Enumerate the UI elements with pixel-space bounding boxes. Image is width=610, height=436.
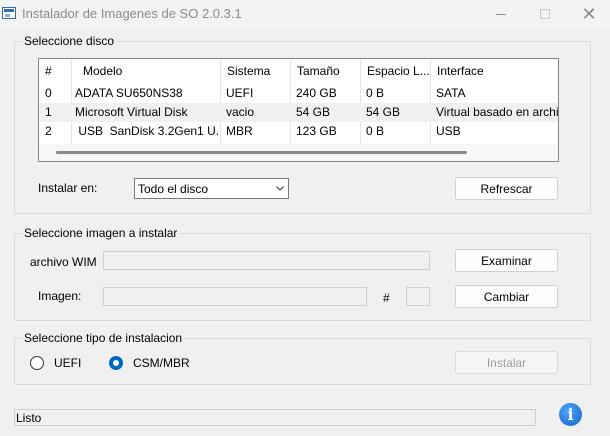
status-text: Listo [16,411,42,425]
column-header-number[interactable]: # [39,59,75,84]
disk-size: 54 GB [296,105,331,119]
csm-mbr-radio-label[interactable]: CSM/MBR [133,356,190,370]
info-icon[interactable]: i [559,403,582,426]
column-header-interface[interactable]: Interface [431,59,558,84]
refresh-button[interactable]: Refrescar [455,177,558,200]
disk-row[interactable]: 0 ADATA SU650NS38 UEFI 240 GB 0 B SATA [39,84,558,103]
disk-number: 0 [45,86,52,100]
disk-free-space: 0 B [366,124,385,138]
image-group-title: Seleccione imagen a instalar [22,226,180,240]
title-bar: Instalador de Imagenes de SO 2.0.3.1 ✕ [0,0,610,28]
uefi-radio-label[interactable]: UEFI [54,356,81,370]
disk-free-space: 0 B [366,86,385,100]
image-label: Imagen: [38,289,82,303]
install-button[interactable]: Instalar [455,351,558,374]
disk-system: vacio [226,105,255,119]
close-button[interactable]: ✕ [566,0,610,28]
disk-free-space: 54 GB [366,105,401,119]
column-header-free-space[interactable]: Espacio L... [361,59,431,84]
disk-size: 240 GB [296,86,337,100]
disk-interface: USB [436,124,461,138]
disk-model: USB SanDisk 3.2Gen1 U... [75,124,220,138]
index-label: # [383,291,390,305]
window-title: Instalador de Imagenes de SO 2.0.3.1 [22,6,242,21]
install-target-label: Instalar en: [38,181,98,195]
disk-size: 123 GB [296,124,337,138]
chevron-down-icon [276,186,284,191]
disk-model: Microsoft Virtual Disk [75,105,188,119]
disk-interface: Virtual basado en archivo [436,105,559,119]
disk-group-title: Seleccione disco [22,34,117,48]
maximize-button[interactable] [522,0,568,28]
change-button[interactable]: Cambiar [455,285,558,308]
disk-model: ADATA SU650NS38 [75,86,183,100]
disk-row[interactable]: 2 USB SanDisk 3.2Gen1 U... MBR 123 GB 0 … [39,122,558,141]
disk-list-header: # Modelo Sistema Tamaño Espacio L... Int… [39,59,558,84]
horizontal-scrollbar[interactable] [39,144,558,161]
disk-number: 1 [45,105,52,119]
uefi-radio[interactable] [30,356,44,370]
wim-file-field[interactable] [103,251,430,270]
image-index-field[interactable] [406,287,430,306]
install-target-value: Todo el disco [138,182,209,196]
scrollbar-thumb[interactable] [56,151,467,154]
disk-row[interactable]: 1 Microsoft Virtual Disk vacio 54 GB 54 … [39,103,558,122]
csm-mbr-radio[interactable] [109,356,123,370]
install-type-group-title: Seleccione tipo de instalacion [22,331,185,345]
disk-number: 2 [45,124,52,138]
status-bar: Listo [14,409,536,426]
column-header-size[interactable]: Tamaño [291,59,361,84]
app-icon [2,7,16,19]
wim-file-label: archivo WIM [30,255,97,269]
disk-system: MBR [226,124,253,138]
install-target-dropdown[interactable]: Todo el disco [134,178,289,199]
column-header-system[interactable]: Sistema [221,59,291,84]
minimize-button[interactable] [478,0,524,28]
browse-button[interactable]: Examinar [455,249,558,272]
image-field[interactable] [103,287,367,306]
disk-system: UEFI [226,86,254,100]
column-header-model[interactable]: Modelo [75,59,221,84]
disk-list[interactable]: # Modelo Sistema Tamaño Espacio L... Int… [38,58,559,162]
disk-interface: SATA [436,86,466,100]
